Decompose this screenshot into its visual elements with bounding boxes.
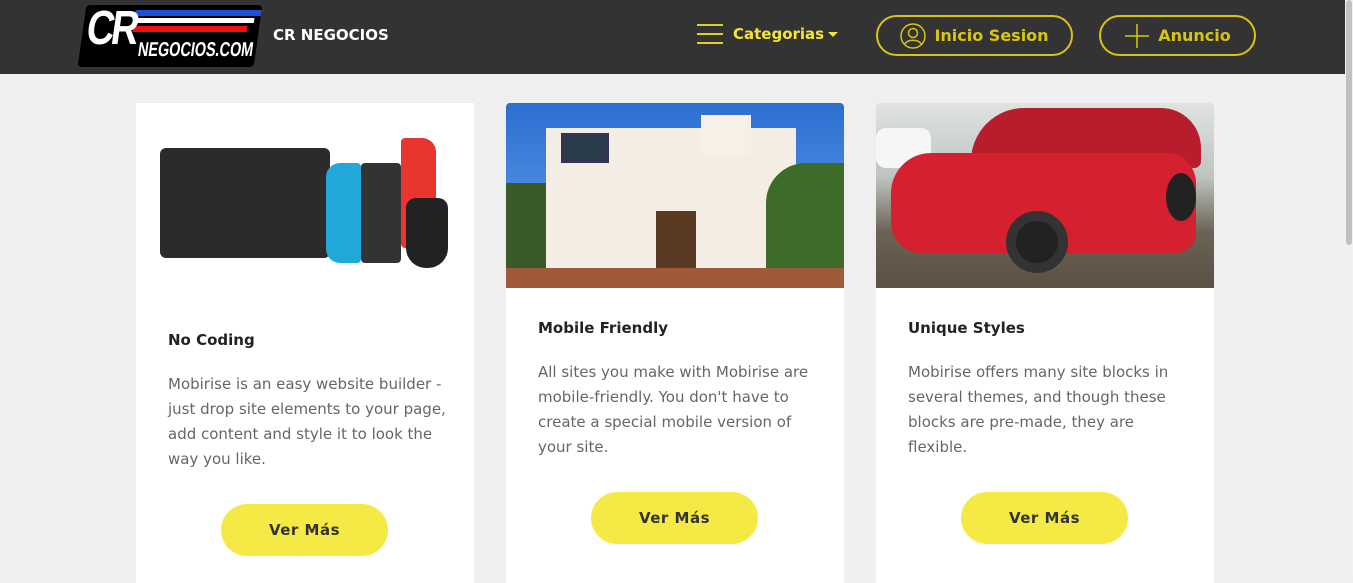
logo[interactable]: CR NEGOCIOS.COM [77, 5, 263, 67]
ver-mas-button[interactable]: Ver Más [221, 504, 388, 556]
card-image-red-car [876, 103, 1214, 288]
post-ad-button[interactable]: Anuncio [1099, 15, 1256, 56]
scrollbar-thumb[interactable] [1346, 0, 1352, 245]
caret-down-icon [828, 32, 839, 37]
card-text: Mobirise offers many site blocks in seve… [908, 363, 1169, 456]
card-image-house [506, 103, 844, 288]
user-icon [900, 22, 927, 49]
card-title: Unique Styles [908, 319, 1025, 337]
categories-label: Categorias [733, 25, 825, 43]
scrollbar[interactable] [1345, 0, 1353, 577]
card-title: Mobile Friendly [538, 319, 668, 337]
plus-icon [1125, 23, 1150, 48]
post-ad-label: Anuncio [1158, 26, 1231, 45]
brand-name[interactable]: CR NEGOCIOS [273, 26, 389, 44]
navbar: CR NEGOCIOS.COM CR NEGOCIOS Categorias In… [0, 0, 1345, 74]
card-unique-styles: Unique Styles Mobirise offers many site … [876, 103, 1214, 583]
card-no-coding: No Coding Mobirise is an easy website bu… [136, 103, 474, 583]
categories-menu[interactable]: Categorias [697, 24, 839, 44]
login-button[interactable]: Inicio Sesion [876, 15, 1073, 56]
card-image-nintendo-switch [136, 103, 474, 288]
card-title: No Coding [168, 331, 255, 349]
ver-mas-button[interactable]: Ver Más [591, 492, 758, 544]
login-label: Inicio Sesion [934, 26, 1049, 45]
menu-icon [697, 24, 723, 44]
card-mobile-friendly: Mobile Friendly All sites you make with … [506, 103, 844, 583]
ver-mas-button[interactable]: Ver Más [961, 492, 1128, 544]
card-text: Mobirise is an easy website builder - ju… [168, 375, 446, 468]
card-text: All sites you make with Mobirise are mob… [538, 363, 809, 456]
